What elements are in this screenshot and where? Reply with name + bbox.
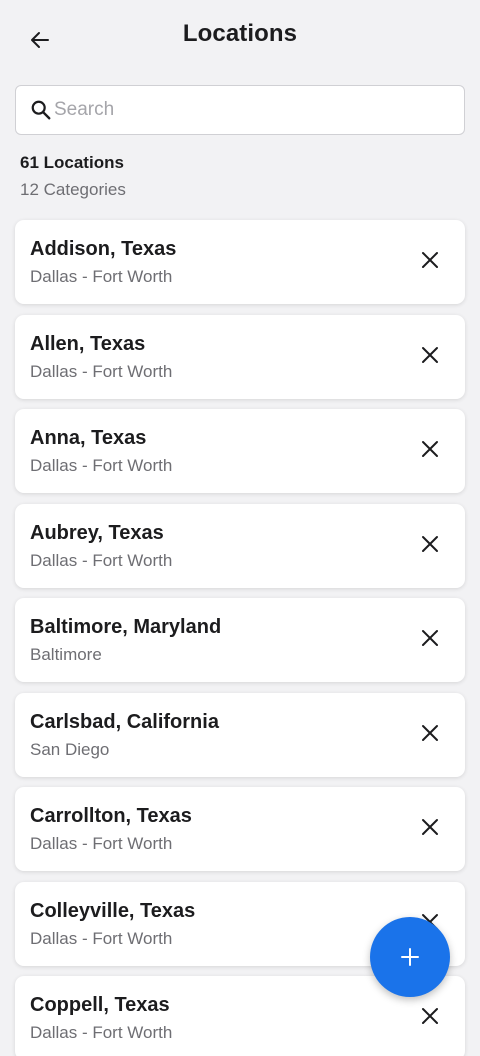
- page-title: Locations: [182, 20, 298, 47]
- location-region: Dallas - Fort Worth: [30, 267, 173, 286]
- search-icon: [31, 100, 51, 120]
- plus-icon: [401, 948, 419, 966]
- locations-count: 61 Locations: [20, 153, 124, 172]
- remove-location-button[interactable]: [415, 812, 445, 842]
- remove-location-button[interactable]: [415, 623, 445, 653]
- location-card[interactable]: Anna, Texas Dallas - Fort Worth: [15, 409, 465, 493]
- remove-location-button[interactable]: [415, 434, 445, 464]
- location-name: Addison, Texas: [30, 238, 177, 260]
- add-location-button[interactable]: [370, 917, 450, 997]
- search-bar[interactable]: [15, 85, 465, 135]
- location-card[interactable]: Baltimore, Maryland Baltimore: [15, 598, 465, 682]
- close-icon: [422, 346, 438, 363]
- remove-location-button[interactable]: [415, 340, 445, 370]
- remove-location-button[interactable]: [415, 245, 445, 275]
- location-name: Colleyville, Texas: [30, 899, 196, 922]
- close-icon: [422, 819, 438, 835]
- location-region: Dallas - Fort Worth: [30, 834, 173, 853]
- close-icon: [422, 1008, 438, 1024]
- location-card[interactable]: Carrollton, Texas Dallas - Fort Worth: [15, 787, 465, 871]
- location-name: Aubrey, Texas: [30, 521, 164, 544]
- close-icon: [422, 441, 438, 457]
- location-name: Carlsbad, California: [30, 710, 219, 733]
- location-region: Dallas - Fort Worth: [30, 1023, 173, 1042]
- close-icon: [422, 630, 438, 646]
- categories-count: 12 Categories: [20, 180, 126, 199]
- location-region: Dallas - Fort Worth: [30, 928, 173, 948]
- location-region: Dallas - Fort Worth: [30, 550, 173, 570]
- location-card[interactable]: Aubrey, Texas Dallas - Fort Worth: [15, 503, 465, 588]
- close-icon: [422, 535, 438, 552]
- remove-location-button[interactable]: [415, 1001, 445, 1031]
- location-name: Carrollton, Texas: [30, 805, 192, 827]
- header: Locations: [0, 0, 480, 80]
- summary: 61 Locations 12 Categories: [20, 153, 126, 200]
- search-input[interactable]: [54, 86, 454, 134]
- location-card[interactable]: Addison, Texas Dallas - Fort Worth: [15, 220, 465, 304]
- location-card[interactable]: Allen, Texas Dallas - Fort Worth: [15, 314, 465, 399]
- location-region: Dallas - Fort Worth: [30, 456, 173, 475]
- remove-location-button[interactable]: [415, 718, 445, 748]
- location-region: Dallas - Fort Worth: [30, 361, 173, 381]
- close-icon: [422, 252, 438, 268]
- location-region: Baltimore: [30, 645, 102, 664]
- close-icon: [422, 724, 438, 741]
- location-name: Allen, Texas: [30, 332, 146, 355]
- location-card[interactable]: Carlsbad, California San Diego: [15, 692, 465, 777]
- locations-screen: Locations 61 Locations 12 Categories Add…: [0, 0, 480, 1056]
- remove-location-button[interactable]: [415, 529, 445, 559]
- location-name: Coppell, Texas: [30, 994, 170, 1016]
- location-name: Baltimore, Maryland: [30, 616, 222, 638]
- location-name: Anna, Texas: [30, 427, 147, 449]
- location-region: San Diego: [30, 739, 110, 759]
